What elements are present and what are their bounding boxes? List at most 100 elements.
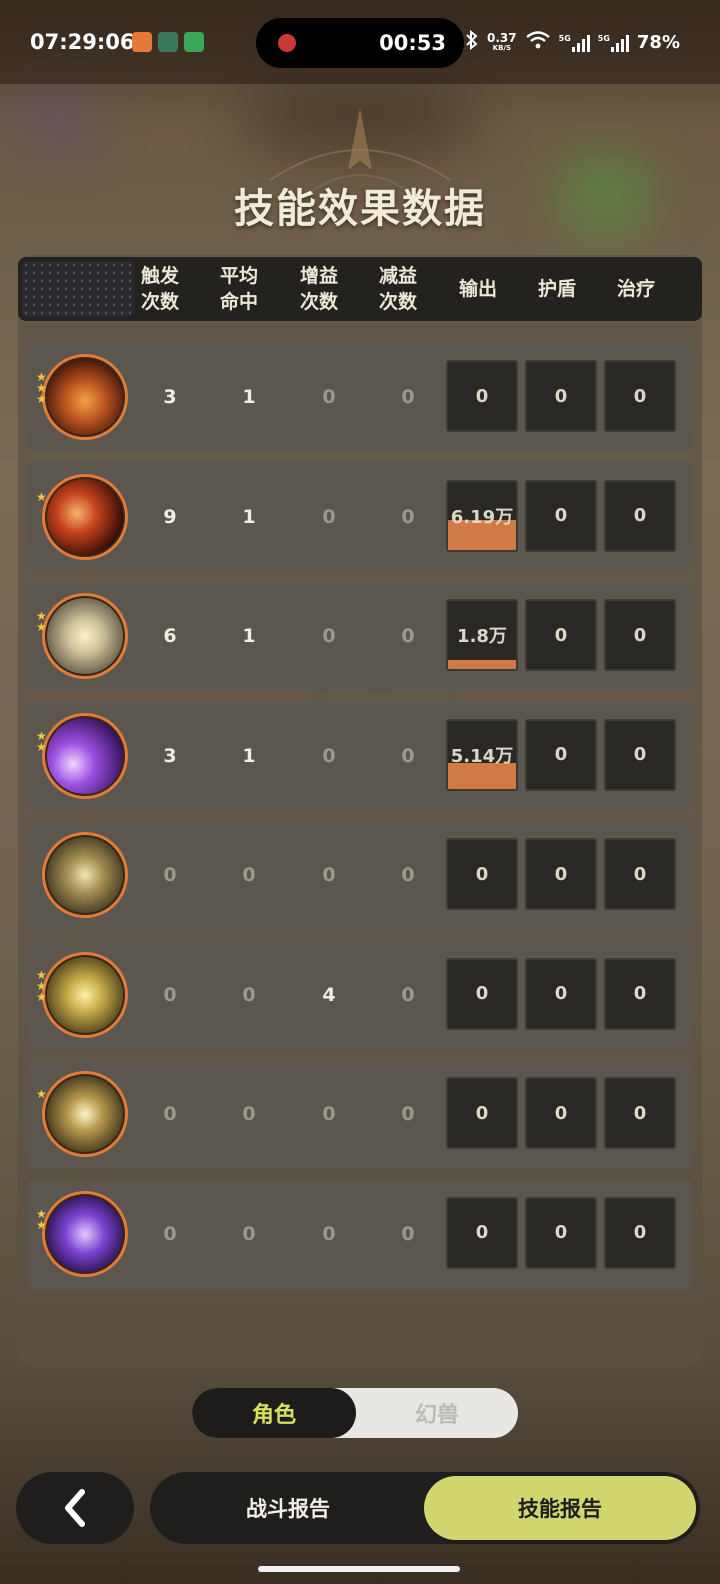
skill-row[interactable]: ★ 0 0 0 0 0 0 0 (28, 1059, 692, 1169)
shadow-figure-skill-icon[interactable] (42, 951, 128, 1038)
skill-row[interactable]: ★ ★ 6 1 0 0 1.8万 0 0 (28, 581, 692, 691)
shield-box: 0 (525, 599, 597, 671)
recording-timer: 00:53 (379, 31, 446, 55)
col-debuff-count: 减益 次数 (378, 265, 417, 313)
cell-buff: 0 (322, 625, 336, 647)
purple-vortex-skill-icon[interactable] (42, 712, 128, 799)
star-icon: ★ (36, 620, 47, 634)
skill-row[interactable]: ★ 9 1 0 0 6.19万 0 0 (28, 461, 692, 572)
cell-avg-hit: 1 (242, 625, 256, 647)
skill-row[interactable]: ★ ★ 0 0 0 0 0 0 0 (28, 1178, 692, 1289)
game-notification-icon (158, 32, 178, 52)
report-tab-bar: 战斗报告 技能报告 (150, 1472, 700, 1544)
skill-report-tab[interactable]: 技能报告 (424, 1476, 696, 1540)
heal-box: 0 (604, 360, 676, 432)
crosshair-skill-icon[interactable] (42, 1071, 128, 1157)
skill-row[interactable]: ★ ★ ★ 3 1 0 0 0 0 0 (28, 342, 692, 452)
heal-value: 0 (633, 385, 647, 407)
status-bar: 07:29:06 00:53 0.37 KB/S 5G 5G 78% (0, 0, 720, 84)
shield-value: 0 (554, 1222, 568, 1243)
output-value: 0 (475, 385, 489, 407)
col-heal: 治疗 (616, 278, 655, 300)
network-speed: 0.37 KB/S (487, 30, 517, 52)
cell-debuff: 0 (401, 625, 415, 647)
cell-signal-1-icon: 5G (559, 34, 590, 52)
cell-buff: 0 (322, 864, 336, 886)
heal-box: 0 (604, 957, 676, 1030)
shield-value: 0 (554, 385, 568, 407)
star-rank: ★ ★ (36, 1208, 47, 1231)
fire-swirl-skill-icon[interactable] (42, 354, 128, 440)
upload-notification-icon (184, 32, 204, 52)
skill-row[interactable]: 0 0 0 0 0 0 0 (28, 820, 692, 930)
cell-debuff: 0 (401, 864, 415, 886)
heal-value: 0 (633, 624, 647, 646)
col-buff-count: 增益 次数 (299, 265, 338, 313)
eye-skill-icon[interactable] (42, 832, 128, 918)
cell-trigger: 0 (163, 1103, 177, 1125)
purple-orb-skill-icon[interactable] (42, 1190, 128, 1277)
tab-beast[interactable]: 幻兽 (356, 1388, 518, 1438)
cell-trigger: 3 (163, 386, 177, 408)
shield-value: 0 (554, 983, 568, 1004)
cell-buff: 0 (322, 1222, 336, 1245)
star-rank: ★ ★ ★ (36, 371, 47, 405)
star-rank: ★ ★ ★ (36, 969, 47, 1003)
heal-value: 0 (633, 1102, 647, 1124)
cell-avg-hit: 0 (242, 1103, 256, 1125)
output-box: 0 (446, 360, 518, 432)
bluetooth-icon (465, 29, 479, 55)
heal-box: 0 (604, 479, 676, 552)
heal-box: 0 (604, 718, 676, 791)
cell-buff: 0 (322, 744, 336, 767)
output-value: 6.19万 (450, 506, 514, 528)
flame-slash-skill-icon[interactable] (42, 473, 128, 560)
shield-box: 0 (525, 957, 597, 1030)
back-button[interactable] (16, 1472, 134, 1544)
skill-row[interactable]: ★ ★ 3 1 0 0 5.14万 0 0 (28, 700, 692, 811)
output-box: 5.14万 (446, 718, 518, 791)
system-indicators: 0.37 KB/S 5G 5G 78% (465, 29, 680, 55)
output-bar (448, 660, 516, 669)
battery-level: 78% (636, 32, 680, 53)
cell-avg-hit: 1 (242, 744, 256, 767)
heal-value: 0 (633, 505, 647, 526)
cell-debuff: 0 (401, 1222, 415, 1245)
output-value: 0 (475, 863, 489, 885)
output-box: 0 (446, 957, 518, 1030)
star-icon: ★ (36, 739, 47, 754)
star-rank: ★ ★ (36, 610, 47, 634)
output-box: 1.8万 (446, 599, 518, 671)
heal-box: 0 (604, 1196, 676, 1269)
output-box: 6.19万 (446, 479, 518, 552)
output-value: 0 (475, 983, 489, 1004)
heal-value: 0 (633, 744, 647, 765)
shield-box: 0 (525, 718, 597, 791)
shield-value: 0 (554, 744, 568, 765)
cell-trigger: 6 (163, 625, 177, 647)
heal-box: 0 (604, 838, 676, 910)
cell-avg-hit: 0 (242, 864, 256, 886)
cell-trigger: 0 (163, 983, 177, 1006)
shield-box: 0 (525, 479, 597, 552)
battle-report-tab[interactable]: 战斗报告 (150, 1472, 426, 1544)
output-value: 1.8万 (457, 626, 507, 647)
cell-trigger: 3 (163, 744, 177, 767)
cell-buff: 0 (322, 505, 336, 528)
tab-role[interactable]: 角色 (192, 1388, 356, 1438)
table-header: 触发 次数 平均 命中 增益 次数 减益 次数 输出 护盾 治疗 (18, 257, 702, 321)
lightning-strike-skill-icon[interactable] (42, 593, 128, 679)
output-box: 0 (446, 838, 518, 910)
screen-recording-pill[interactable]: 00:53 (256, 18, 464, 68)
star-rank: ★ (36, 491, 47, 503)
shield-box: 0 (525, 1077, 597, 1149)
shield-value: 0 (554, 624, 568, 646)
col-shield: 护盾 (537, 278, 576, 300)
home-indicator[interactable] (258, 1566, 460, 1572)
cell-debuff: 0 (401, 505, 415, 528)
heal-value: 0 (633, 863, 647, 885)
skill-row[interactable]: ★ ★ ★ 0 0 4 0 0 0 0 (28, 939, 692, 1050)
cell-buff: 0 (322, 1103, 336, 1125)
shield-box: 0 (525, 838, 597, 910)
app-notification-icon (132, 32, 152, 52)
